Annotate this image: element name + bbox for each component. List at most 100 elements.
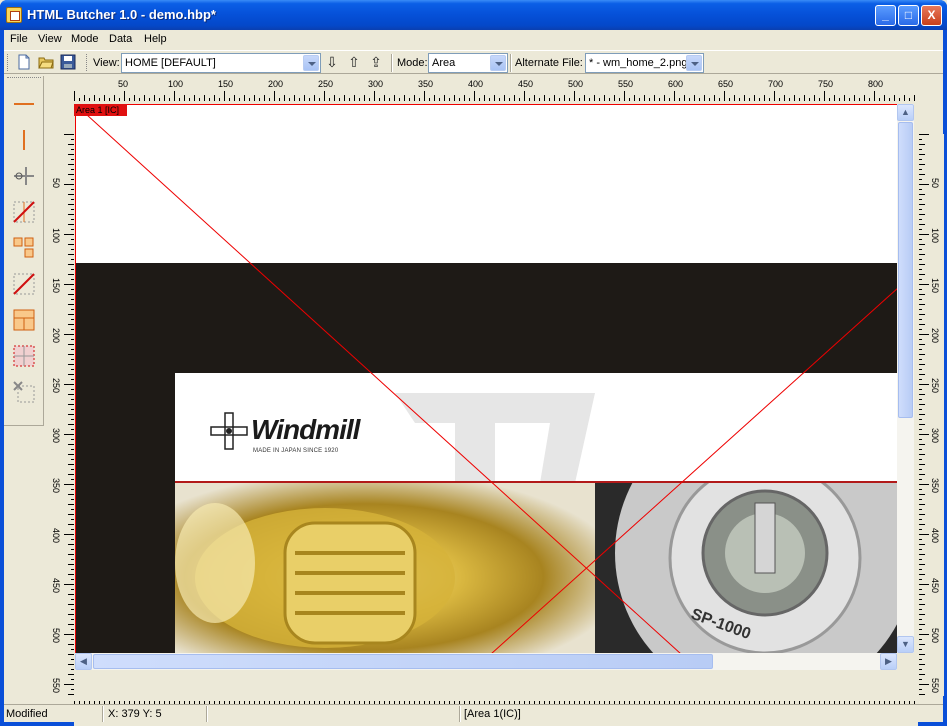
delete-global-area-tool-icon[interactable]: [12, 380, 36, 404]
ruler-label: 550: [618, 79, 633, 89]
ruler-label: 450: [518, 79, 533, 89]
ruler-label: 300: [930, 428, 940, 443]
ruler-label: 150: [218, 79, 233, 89]
toolbar-separator: [391, 54, 393, 72]
save-icon[interactable]: [60, 54, 76, 70]
status-separator: [206, 706, 208, 722]
ruler-label: 200: [51, 328, 61, 343]
ruler-label: 150: [930, 278, 940, 293]
ruler-label: 700: [768, 79, 783, 89]
ruler-label: 550: [51, 678, 61, 693]
status-separator: [102, 706, 104, 722]
status-modified: Modified: [6, 708, 48, 720]
right-ruler: 50 100 150 200 250 300 350 400 450 500 550: [919, 134, 944, 696]
tool-palette: [4, 76, 44, 426]
ruler-label: 500: [930, 628, 940, 643]
toolbar-separator-2: [510, 54, 512, 72]
chevron-down-icon[interactable]: [490, 55, 506, 71]
window-title: HTML Butcher 1.0 - demo.hbp*: [27, 7, 216, 22]
ruler-label: 100: [930, 228, 940, 243]
ruler-label: 600: [668, 79, 683, 89]
vertical-scrollbar[interactable]: ▲ ▼: [897, 104, 914, 653]
area-cross-lines: [76, 105, 898, 653]
ruler-label: 250: [51, 378, 61, 393]
area-tool-icon[interactable]: [12, 308, 36, 332]
title-bar[interactable]: HTML Butcher 1.0 - demo.hbp* _ □ X: [0, 0, 947, 30]
scroll-left-button[interactable]: ◀: [75, 653, 92, 670]
mode-select-value: Area: [432, 57, 456, 69]
palette-grip[interactable]: [7, 77, 41, 80]
ruler-label: 450: [930, 578, 940, 593]
ruler-label: 350: [418, 79, 433, 89]
vertical-scroll-thumb[interactable]: [898, 122, 913, 418]
horizontal-scroll-thumb[interactable]: [93, 654, 713, 669]
area-select-tool-icon[interactable]: [12, 236, 36, 260]
delete-area-tool-icon[interactable]: [12, 272, 36, 296]
ruler-label: 150: [51, 278, 61, 293]
menu-data[interactable]: Data: [109, 33, 132, 45]
view-select[interactable]: HOME [DEFAULT]: [121, 53, 321, 73]
ruler-label: 50: [118, 79, 128, 89]
vertical-line-tool-icon[interactable]: [12, 128, 36, 152]
menu-bar: File View Mode Data Help: [4, 30, 943, 50]
status-separator: [459, 706, 461, 722]
view-select-value: HOME [DEFAULT]: [125, 57, 216, 69]
app-icon: [6, 7, 22, 23]
maximize-button[interactable]: □: [898, 5, 919, 26]
ruler-label: 450: [51, 578, 61, 593]
toolbar-grip[interactable]: [7, 54, 10, 71]
area-label-tag[interactable]: Area 1 [IC]: [74, 104, 127, 116]
ruler-label: 650: [718, 79, 733, 89]
ruler-label: 250: [318, 79, 333, 89]
delete-line-tool-icon[interactable]: [12, 200, 36, 224]
ruler-label: 100: [168, 79, 183, 89]
horizontal-scrollbar[interactable]: ◀ ▶: [75, 653, 897, 670]
mode-label: Mode:: [397, 57, 428, 69]
arrow-up-icon[interactable]: ⇧: [346, 54, 362, 70]
ruler-label: 500: [568, 79, 583, 89]
design-canvas[interactable]: Windmill MADE IN JAPAN SINCE 1920 SP-100…: [75, 104, 898, 653]
menu-mode[interactable]: Mode: [71, 33, 99, 45]
menu-file[interactable]: File: [10, 33, 28, 45]
global-area-tool-icon[interactable]: [12, 344, 36, 368]
ruler-label: 250: [930, 378, 940, 393]
arrow-down-icon[interactable]: ⇩: [324, 54, 340, 70]
top-ruler: 50 100 150 200 250 300 350 400 450 500 550 600 650 70…: [74, 76, 918, 101]
open-folder-icon[interactable]: [38, 54, 54, 70]
ruler-label: 400: [51, 528, 61, 543]
chevron-down-icon[interactable]: [303, 55, 319, 71]
application-window: HTML Butcher 1.0 - demo.hbp* _ □ X File …: [0, 0, 947, 726]
arrow-top-icon[interactable]: ⇪: [368, 54, 384, 70]
scroll-up-button[interactable]: ▲: [897, 104, 914, 121]
alternate-file-value: * - wm_home_2.png: [589, 57, 688, 69]
ruler-label: 100: [51, 228, 61, 243]
ruler-label: 400: [468, 79, 483, 89]
status-bar: Modified X: 379 Y: 5 [Area 1(IC)]: [4, 704, 943, 722]
horizontal-line-tool-icon[interactable]: [12, 92, 36, 116]
chevron-down-icon[interactable]: [686, 55, 702, 71]
alternate-file-select[interactable]: * - wm_home_2.png: [585, 53, 704, 73]
new-file-icon[interactable]: [16, 54, 32, 70]
status-coordinates: X: 379 Y: 5: [108, 708, 162, 720]
ruler-label: 300: [368, 79, 383, 89]
menu-view[interactable]: View: [38, 33, 62, 45]
scroll-down-button[interactable]: ▼: [897, 636, 914, 653]
toolbar-grip-2[interactable]: [86, 54, 89, 71]
ruler-label: 350: [51, 478, 61, 493]
ruler-label: 400: [930, 528, 940, 543]
minimize-button[interactable]: _: [875, 5, 896, 26]
ruler-label: 200: [930, 328, 940, 343]
ruler-label: 750: [818, 79, 833, 89]
close-button[interactable]: X: [921, 5, 942, 26]
mode-select[interactable]: Area: [428, 53, 508, 73]
ruler-label: 500: [51, 628, 61, 643]
ruler-label: 800: [868, 79, 883, 89]
ruler-label: 50: [51, 178, 61, 188]
client-area: File View Mode Data Help View: HOME [DEF…: [4, 30, 944, 726]
scroll-right-button[interactable]: ▶: [880, 653, 897, 670]
view-label: View:: [93, 57, 120, 69]
menu-help[interactable]: Help: [144, 33, 167, 45]
status-area: [Area 1(IC)]: [464, 708, 521, 720]
alternate-file-label: Alternate File:: [515, 57, 583, 69]
move-line-tool-icon[interactable]: [12, 164, 36, 188]
